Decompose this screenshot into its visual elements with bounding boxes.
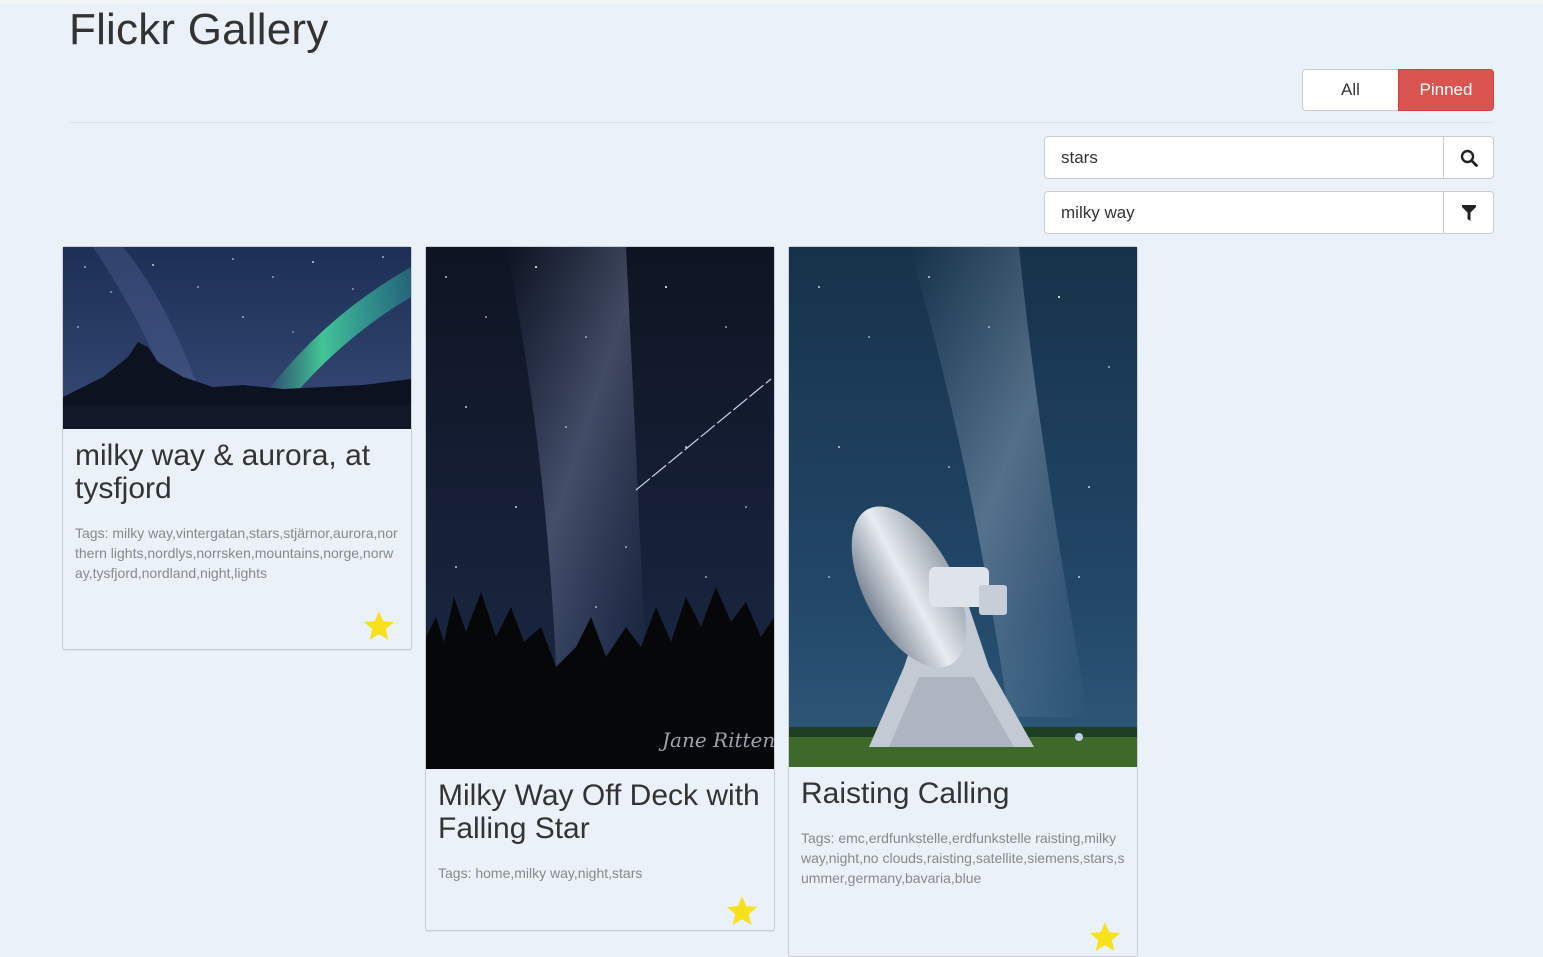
- photo-card: milky way & aurora, at tysfjord Tags: mi…: [62, 246, 412, 650]
- svg-text:Jane Rittenger: Jane Rittenger: [658, 728, 774, 752]
- star-icon[interactable]: [1088, 920, 1122, 954]
- photo-card: Raisting Calling Tags: emc,erdfunkstelle…: [788, 246, 1138, 957]
- photo-caption: milky way & aurora, at tysfjord Tags: mi…: [63, 429, 411, 593]
- photo-thumbnail[interactable]: [63, 247, 411, 429]
- photo-title: Raisting Calling: [801, 777, 1010, 810]
- header-divider: [69, 122, 1494, 123]
- pinned-button[interactable]: Pinned: [1398, 69, 1494, 111]
- filter-icon: [1461, 204, 1476, 221]
- photo-thumbnail[interactable]: [789, 247, 1137, 767]
- photo-title: Milky Way Off Deck with Falling Star: [438, 779, 760, 845]
- photo-tags: Tags: emc,erdfunkstelle,erdfunkstelle ra…: [801, 830, 1125, 886]
- view-toggle: All Pinned: [1302, 69, 1494, 111]
- filter-input[interactable]: [1044, 191, 1444, 234]
- photo-tags: Tags: milky way,vintergatan,stars,stjärn…: [75, 525, 398, 581]
- search-button[interactable]: [1444, 136, 1494, 179]
- photo-tags: Tags: home,milky way,night,stars: [438, 865, 643, 881]
- all-button[interactable]: All: [1302, 69, 1398, 111]
- search-group: [1044, 136, 1494, 179]
- photo-caption: Milky Way Off Deck with Falling Star Tag…: [426, 769, 774, 893]
- star-icon[interactable]: [725, 894, 759, 928]
- search-icon: [1460, 149, 1478, 167]
- photo-card: Jane Rittenger Milky Way Off Deck with F…: [425, 246, 775, 931]
- photo-thumbnail[interactable]: Jane Rittenger: [426, 247, 774, 769]
- page-title: Flickr Gallery: [69, 5, 329, 54]
- top-strip: [0, 0, 1543, 4]
- photo-title: milky way & aurora, at tysfjord: [75, 439, 371, 505]
- star-icon[interactable]: [362, 609, 396, 643]
- search-input[interactable]: [1044, 136, 1444, 179]
- photo-caption: Raisting Calling Tags: emc,erdfunkstelle…: [789, 767, 1137, 898]
- filter-button[interactable]: [1444, 191, 1494, 234]
- filter-group: [1044, 191, 1494, 234]
